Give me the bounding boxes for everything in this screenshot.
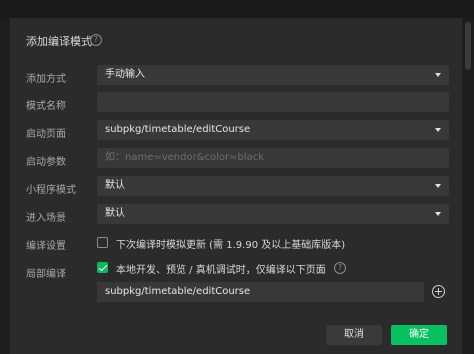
entry-scene-value: 默认 xyxy=(105,208,125,219)
launch-page-value: subpkg/timetable/editCourse xyxy=(105,124,251,135)
chevron-down-icon xyxy=(435,128,441,132)
add-page-icon[interactable] xyxy=(432,285,445,298)
scrollbar-thumb[interactable] xyxy=(465,22,471,70)
chevron-down-icon xyxy=(435,212,441,216)
help-icon[interactable]: ? xyxy=(334,262,346,274)
mode-name-label: 模式名称 xyxy=(26,101,66,112)
mini-program-mode-select[interactable]: 默认 xyxy=(97,176,449,196)
compile-settings-label: 编译设置 xyxy=(26,241,66,252)
simulate-update-checkbox[interactable] xyxy=(97,237,108,248)
partial-compile-checkbox[interactable] xyxy=(97,262,108,273)
chevron-down-icon xyxy=(435,73,441,77)
add-method-select[interactable]: 手动输入 xyxy=(97,65,449,85)
mini-program-mode-value: 默认 xyxy=(105,180,125,191)
launch-params-label: 启动参数 xyxy=(26,157,66,168)
chevron-down-icon xyxy=(435,184,441,188)
cancel-button[interactable]: 取消 xyxy=(326,325,382,345)
top-bar xyxy=(0,0,474,18)
launch-params-placeholder: 如：name=vendor&color=black xyxy=(105,152,265,163)
launch-page-select[interactable]: subpkg/timetable/editCourse xyxy=(97,120,449,140)
checkmark-icon xyxy=(98,262,108,272)
add-method-value: 手动输入 xyxy=(105,69,145,80)
launch-params-input[interactable]: 如：name=vendor&color=black xyxy=(97,148,449,168)
launch-page-label: 启动页面 xyxy=(26,129,66,140)
dialog-title: 添加编译模式 xyxy=(26,35,92,48)
partial-compile-page-value: subpkg/timetable/editCourse xyxy=(105,286,251,297)
confirm-button[interactable]: 确定 xyxy=(391,325,447,345)
simulate-update-text: 下次编译时模拟更新 (需 1.9.90 及以上基础库版本) xyxy=(116,240,346,251)
mini-program-mode-label: 小程序模式 xyxy=(26,185,76,196)
entry-scene-label: 进入场景 xyxy=(26,213,66,224)
help-icon[interactable]: ? xyxy=(90,34,102,46)
mode-name-input[interactable] xyxy=(97,92,449,112)
add-method-label: 添加方式 xyxy=(26,74,66,85)
partial-compile-text: 本地开发、预览 / 真机调试时，仅编译以下页面 xyxy=(116,265,326,276)
partial-compile-label: 局部编译 xyxy=(26,269,66,280)
partial-compile-page-input[interactable]: subpkg/timetable/editCourse xyxy=(97,282,424,302)
entry-scene-select[interactable]: 默认 xyxy=(97,204,449,224)
